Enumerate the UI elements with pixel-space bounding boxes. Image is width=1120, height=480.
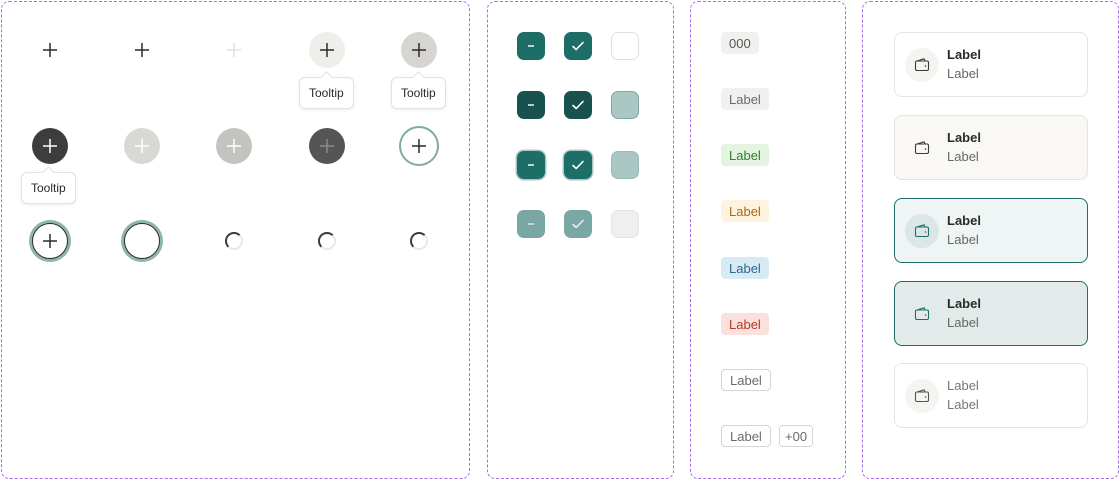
option-card-default[interactable]: Label Label [894, 32, 1088, 97]
card-icon-wrap [905, 131, 939, 165]
plus-icon [320, 139, 334, 153]
plus-button-focused[interactable] [401, 128, 437, 164]
plus-button-solid[interactable] [32, 128, 68, 164]
spinner-icon [410, 232, 428, 250]
tag-count: 000 [721, 32, 759, 54]
wallet-icon [914, 58, 930, 72]
spinner-icon [225, 232, 243, 250]
checkbox-indeterminate-disabled [517, 210, 545, 238]
option-card-hover[interactable]: Label Label [894, 115, 1088, 180]
tag-section [690, 1, 846, 479]
plus-icon [412, 43, 426, 57]
plus-button-soft[interactable] [309, 32, 345, 68]
tooltip: Tooltip [21, 172, 76, 204]
plus-icon [43, 139, 57, 153]
wallet-icon [914, 141, 930, 155]
minus-icon [528, 104, 534, 106]
tag-outline: Label [721, 369, 771, 391]
checkbox-section [487, 1, 674, 479]
plus-icon [43, 234, 57, 248]
checkbox-unchecked-hover[interactable] [611, 91, 639, 119]
check-icon [572, 160, 584, 170]
card-subtitle: Label [947, 149, 979, 164]
plus-button-ghost[interactable] [32, 32, 68, 68]
plus-icon [320, 43, 334, 57]
plus-icon [227, 43, 241, 57]
tag-danger: Label [721, 313, 769, 335]
plus-icon [135, 139, 149, 153]
card-title: Label [947, 213, 981, 228]
minus-icon [528, 45, 534, 47]
tag-outline: Label [721, 425, 771, 447]
checkbox-checked-disabled [564, 210, 592, 238]
checkbox-checked-hover[interactable] [564, 91, 592, 119]
spinner-icon [318, 232, 336, 250]
empty-button-focused[interactable] [124, 223, 160, 259]
checkbox-indeterminate-focused[interactable] [517, 151, 545, 179]
plus-button-grey[interactable] [124, 128, 160, 164]
plus-button-ghost-hover[interactable] [124, 32, 160, 68]
checkbox-checked-focused[interactable] [564, 151, 592, 179]
card-title: Label [947, 47, 981, 62]
card-icon-wrap [905, 214, 939, 248]
card-title: Label [947, 378, 979, 393]
checkbox-indeterminate[interactable] [517, 32, 545, 60]
card-subtitle: Label [947, 315, 979, 330]
card-title: Label [947, 130, 981, 145]
plus-button-outline-focused[interactable] [32, 223, 68, 259]
checkbox-indeterminate-hover[interactable] [517, 91, 545, 119]
plus-icon [43, 43, 57, 57]
check-icon [572, 100, 584, 110]
plus-button-soft-hover[interactable] [401, 32, 437, 68]
plus-icon [412, 139, 426, 153]
plus-button-ghost-disabled [216, 32, 252, 68]
tag-warning: Label [721, 200, 769, 222]
minus-icon [528, 164, 534, 166]
card-subtitle: Label [947, 397, 979, 412]
minus-icon [528, 223, 534, 225]
option-card-disabled: Label Label [894, 363, 1088, 428]
check-icon [572, 41, 584, 51]
check-icon [572, 219, 584, 229]
checkbox-unchecked-focused[interactable] [611, 151, 639, 179]
option-card-selected-pressed[interactable]: Label Label [894, 281, 1088, 346]
wallet-icon [914, 389, 930, 403]
tag-info: Label [721, 257, 769, 279]
card-icon-wrap [905, 48, 939, 82]
option-card-selected[interactable]: Label Label [894, 198, 1088, 263]
tag-success: Label [721, 144, 769, 166]
tag-neutral: Label [721, 88, 769, 110]
plus-icon [135, 43, 149, 57]
checkbox-unchecked[interactable] [611, 32, 639, 60]
checkbox-checked[interactable] [564, 32, 592, 60]
tag-overflow-count: +00 [779, 425, 814, 447]
tooltip: Tooltip [299, 77, 354, 109]
card-icon-wrap [905, 379, 939, 413]
checkbox-unchecked-disabled [611, 210, 639, 238]
card-subtitle: Label [947, 66, 979, 81]
card-subtitle: Label [947, 232, 979, 247]
wallet-icon [914, 224, 930, 238]
plus-button-grey-hover[interactable] [216, 128, 252, 164]
plus-button-dark-disabled [309, 128, 345, 164]
wallet-icon [914, 307, 930, 321]
plus-icon [227, 139, 241, 153]
card-icon-wrap [905, 297, 939, 331]
tooltip: Tooltip [391, 77, 446, 109]
card-title: Label [947, 296, 981, 311]
